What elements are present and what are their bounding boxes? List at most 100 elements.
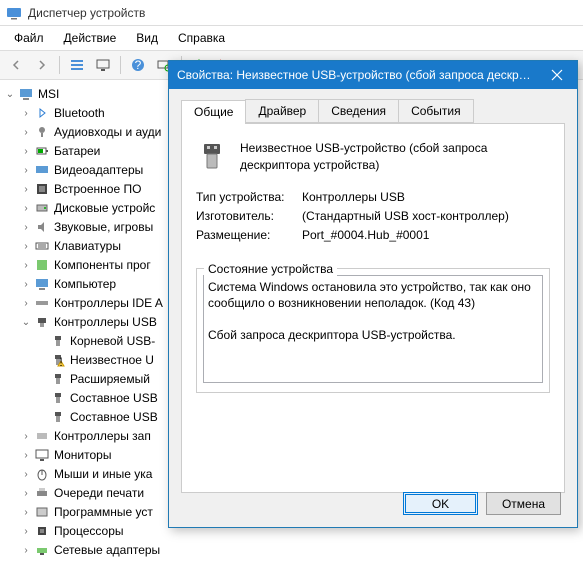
expand-icon[interactable]: › bbox=[18, 127, 34, 138]
expand-icon[interactable]: › bbox=[18, 146, 34, 157]
expand-icon[interactable]: › bbox=[18, 298, 34, 309]
computer-icon bbox=[34, 276, 50, 292]
disk-icon bbox=[34, 200, 50, 216]
dialog-titlebar[interactable]: Свойства: Неизвестное USB-устройство (сб… bbox=[169, 61, 577, 89]
ok-button[interactable]: OK bbox=[403, 492, 478, 515]
device-status-text[interactable] bbox=[203, 275, 543, 383]
network-adapter-icon bbox=[34, 542, 50, 558]
tree-item-label: Очереди печати bbox=[54, 486, 144, 500]
tree-item-label: Сетевые адаптеры bbox=[54, 543, 160, 557]
tree-item-label: Мыши и иные ука bbox=[54, 467, 152, 481]
tree-item-label: Неизвестное U bbox=[70, 353, 154, 367]
expand-icon[interactable]: › bbox=[18, 431, 34, 442]
usb-device-icon bbox=[50, 409, 66, 425]
tab-strip: Общие Драйвер Сведения События bbox=[181, 99, 565, 123]
expand-icon[interactable]: › bbox=[18, 450, 34, 461]
device-manager-icon bbox=[6, 5, 22, 21]
svg-text:!: ! bbox=[59, 355, 62, 367]
tree-item-label: Дисковые устройс bbox=[54, 201, 155, 215]
tree-item-label: Контроллеры USB bbox=[54, 315, 157, 329]
menu-action[interactable]: Действие bbox=[54, 28, 127, 48]
expand-icon[interactable]: › bbox=[18, 545, 34, 556]
prop-loc-value: Port_#0004.Hub_#0001 bbox=[302, 228, 550, 242]
menu-view[interactable]: Вид bbox=[126, 28, 168, 48]
tree-item-label: Батареи bbox=[54, 144, 100, 158]
tree-item-label: Видеоадаптеры bbox=[54, 163, 143, 177]
menubar: Файл Действие Вид Справка bbox=[0, 26, 583, 51]
tree-item-label: Bluetooth bbox=[54, 106, 105, 120]
close-button[interactable] bbox=[537, 61, 577, 89]
toolbar-help-button[interactable]: ? bbox=[126, 54, 150, 76]
toolbar-forward-button[interactable] bbox=[30, 54, 54, 76]
tree-item-label: Мониторы bbox=[54, 448, 111, 462]
expand-icon[interactable]: › bbox=[18, 184, 34, 195]
toolbar-tree-button[interactable] bbox=[65, 54, 89, 76]
tab-events[interactable]: События bbox=[398, 99, 474, 123]
tab-pane-general: Неизвестное USB-устройство (сбой запроса… bbox=[181, 123, 565, 493]
expand-icon[interactable]: › bbox=[18, 260, 34, 271]
toolbar-monitor-button[interactable] bbox=[91, 54, 115, 76]
computer-icon bbox=[18, 86, 34, 102]
expand-icon[interactable]: › bbox=[18, 241, 34, 252]
expand-icon[interactable]: › bbox=[18, 507, 34, 518]
tree-item-label: Звуковые, игровы bbox=[54, 220, 153, 234]
ide-controller-icon bbox=[34, 295, 50, 311]
tree-item-label: Встроенное ПО bbox=[54, 182, 141, 196]
dialog-title: Свойства: Неизвестное USB-устройство (сб… bbox=[177, 68, 537, 82]
tab-driver[interactable]: Драйвер bbox=[245, 99, 319, 123]
collapse-icon[interactable]: ⌄ bbox=[18, 317, 34, 328]
collapse-icon[interactable]: ⌄ bbox=[2, 89, 18, 100]
tab-details[interactable]: Сведения bbox=[318, 99, 399, 123]
usb-device-icon bbox=[50, 371, 66, 387]
properties-dialog: Свойства: Неизвестное USB-устройство (сб… bbox=[168, 60, 578, 528]
dialog-button-row: OK Отмена bbox=[403, 492, 561, 515]
tree-item-label: Клавиатуры bbox=[54, 239, 121, 253]
expand-icon[interactable]: › bbox=[18, 279, 34, 290]
main-titlebar: Диспетчер устройств bbox=[0, 0, 583, 26]
prop-type-label: Тип устройства: bbox=[196, 190, 302, 204]
usb-device-warning-icon: ! bbox=[50, 352, 66, 368]
prop-mfg-value: (Стандартный USB хост-контроллер) bbox=[302, 209, 550, 223]
tree-root-label: MSI bbox=[38, 87, 59, 101]
close-icon bbox=[551, 69, 563, 81]
tree-item-label: Компоненты прог bbox=[54, 258, 151, 272]
device-status-legend: Состояние устройства bbox=[204, 262, 337, 276]
software-device-icon bbox=[34, 504, 50, 520]
tab-general[interactable]: Общие bbox=[181, 100, 246, 124]
tree-category[interactable]: › Сетевые адаптеры bbox=[2, 541, 581, 559]
tree-item-label: Расширяемый bbox=[70, 372, 150, 386]
firmware-icon bbox=[34, 181, 50, 197]
tree-item-label: Контроллеры IDE A bbox=[54, 296, 163, 310]
usb-device-icon bbox=[50, 333, 66, 349]
expand-icon[interactable]: › bbox=[18, 165, 34, 176]
sound-icon bbox=[34, 219, 50, 235]
usb-controller-icon bbox=[34, 314, 50, 330]
software-component-icon bbox=[34, 257, 50, 273]
expand-icon[interactable]: › bbox=[18, 488, 34, 499]
monitor-icon bbox=[34, 447, 50, 463]
menu-file[interactable]: Файл bbox=[4, 28, 54, 48]
cancel-button[interactable]: Отмена bbox=[486, 492, 561, 515]
device-name: Неизвестное USB-устройство (сбой запроса… bbox=[240, 140, 550, 174]
tree-item-label: Компьютер bbox=[54, 277, 116, 291]
tab-control: Общие Драйвер Сведения События Неизвестн… bbox=[181, 99, 565, 493]
tree-item-label: Составное USB bbox=[70, 391, 158, 405]
bluetooth-icon bbox=[34, 105, 50, 121]
svg-text:?: ? bbox=[135, 58, 142, 72]
expand-icon[interactable]: › bbox=[18, 108, 34, 119]
toolbar-back-button[interactable] bbox=[4, 54, 28, 76]
menu-help[interactable]: Справка bbox=[168, 28, 235, 48]
display-adapter-icon bbox=[34, 162, 50, 178]
tree-item-label: Программные уст bbox=[54, 505, 153, 519]
processor-icon bbox=[34, 523, 50, 539]
tree-item-label: Контроллеры зап bbox=[54, 429, 151, 443]
expand-icon[interactable]: › bbox=[18, 203, 34, 214]
mouse-icon bbox=[34, 466, 50, 482]
expand-icon[interactable]: › bbox=[18, 469, 34, 480]
expand-icon[interactable]: › bbox=[18, 222, 34, 233]
battery-icon bbox=[34, 143, 50, 159]
window-title: Диспетчер устройств bbox=[28, 6, 145, 20]
storage-controller-icon bbox=[34, 428, 50, 444]
usb-device-icon bbox=[50, 390, 66, 406]
device-large-icon bbox=[196, 140, 228, 172]
